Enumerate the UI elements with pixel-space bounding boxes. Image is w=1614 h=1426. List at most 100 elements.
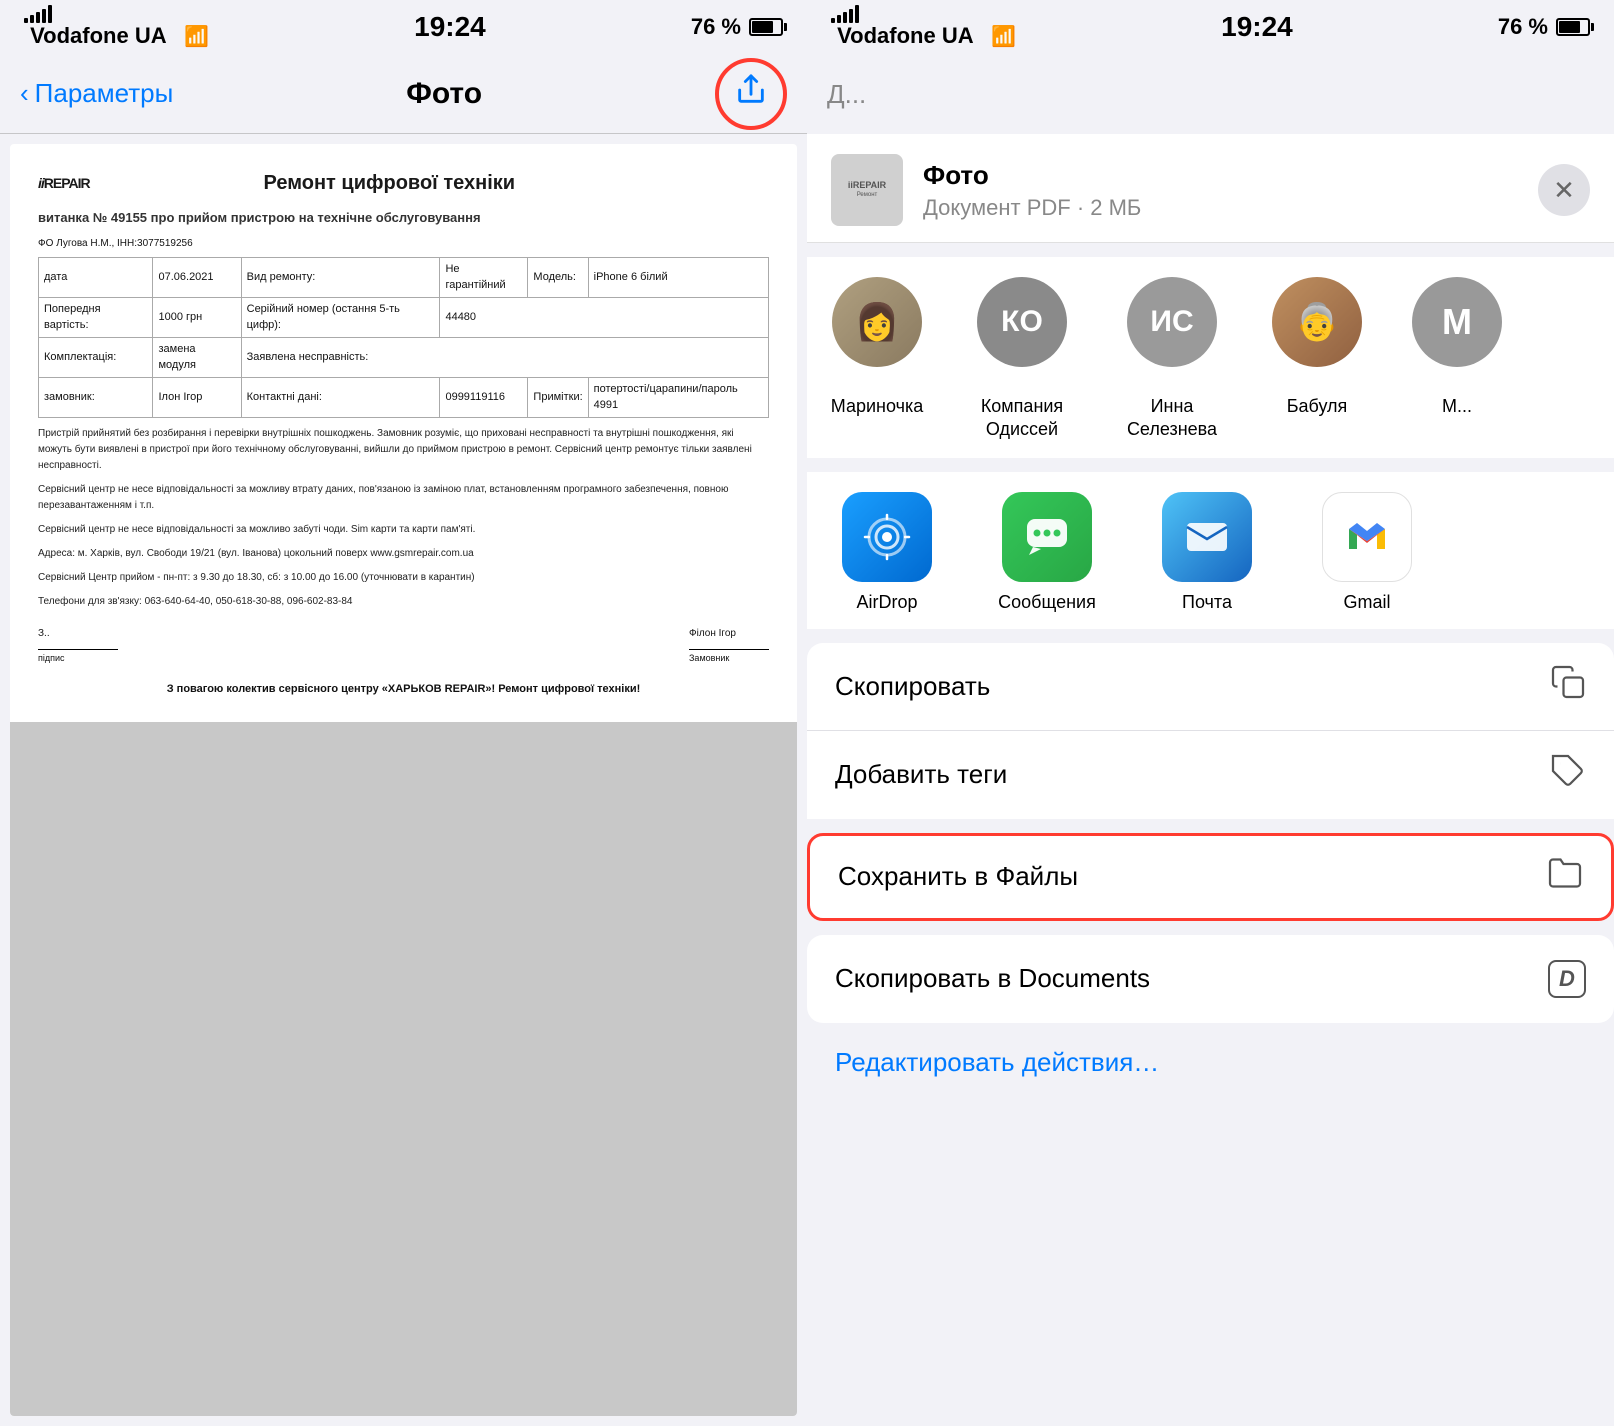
action-copy-docs[interactable]: Скопировать в Documents D: [807, 935, 1614, 1023]
doc-footer-text: З повагою колектив сервісного центру «ХА…: [38, 681, 769, 698]
msg-icon-1: ✉: [832, 367, 844, 383]
avatar-wrapper-4: 👵 ✉: [1272, 277, 1362, 385]
avatar-babula: 👵: [1272, 277, 1362, 367]
app-item-messages[interactable]: Сообщения: [967, 492, 1127, 613]
owner-value: Ілон Ігор: [153, 377, 241, 417]
repair-type-value: Не гарантійний: [440, 257, 528, 297]
documents-icon: D: [1548, 960, 1586, 998]
bar4: [42, 9, 46, 23]
app-item-airdrop[interactable]: AirDrop: [807, 492, 967, 613]
carrier-name: Vodafone UA: [30, 23, 166, 48]
contact-name-4: Бабуля: [1287, 395, 1348, 418]
r-bar3: [843, 12, 847, 23]
avatar-photo-inner: 👩: [832, 277, 922, 367]
right-signal-bars: [831, 5, 1016, 23]
contact-item-2[interactable]: КО ✉ Компания Одиссей: [947, 277, 1097, 442]
close-button[interactable]: ✕: [1538, 164, 1590, 216]
avatar-wrapper-1: 👩 ✉: [832, 277, 922, 385]
share-icon: [734, 73, 768, 115]
left-battery-fill: [752, 21, 773, 33]
date-value: 07.06.2021: [153, 257, 241, 297]
document-area: iiREPAIR Ремонт цифрової техніки витанка…: [10, 144, 797, 1416]
signature-area: З.. підпис Філон Ігор Замовник: [38, 626, 769, 666]
completeness-label: Комплектація:: [39, 337, 153, 377]
left-nav-bar: ‹ Параметры Фото: [0, 54, 807, 134]
model-value: iPhone 6 білий: [588, 257, 768, 297]
share-sheet: iiREPAIR Ремонт Фото Документ PDF · 2 МБ…: [807, 134, 1614, 1426]
avatar-is: ИС: [1127, 277, 1217, 367]
close-icon: ✕: [1553, 175, 1575, 206]
document-content: iiREPAIR Ремонт цифрової техніки витанка…: [10, 144, 797, 722]
msg-icon-4: ✉: [1272, 367, 1284, 383]
contact-label: Контактні дані:: [241, 377, 440, 417]
messages-label: Сообщения: [998, 592, 1096, 613]
gmail-label: Gmail: [1343, 592, 1390, 613]
contact-name-1: Мариночка: [831, 395, 924, 418]
right-panel: Vodafone UA 📶 19:24 76 % Д... iiREPAIR Р…: [807, 0, 1614, 1426]
bg-hint: Д...: [827, 79, 866, 110]
app-item-gmail[interactable]: Gmail: [1287, 492, 1447, 613]
doc-subtitle: витанка № 49155 про прийом пристрою на т…: [38, 208, 769, 228]
date-label: дата: [39, 257, 153, 297]
serial-label: Серійний номер (остання 5-ть цифр):: [241, 297, 440, 337]
right-status-bar: Vodafone UA 📶 19:24 76 %: [807, 0, 1614, 54]
right-bg: Д...: [807, 54, 1614, 134]
right-carrier: Vodafone UA 📶: [831, 5, 1016, 49]
contact-item-3[interactable]: ИС ✉ Инна Селезнева: [1097, 277, 1247, 442]
chevron-left-icon: ‹: [20, 78, 29, 109]
wifi-icon: 📶: [184, 26, 209, 48]
left-battery-area: 76 %: [691, 14, 783, 40]
prev-cost-label: Попередня вартість:: [39, 297, 153, 337]
messages-icon: [1002, 492, 1092, 582]
back-button[interactable]: ‹ Параметры: [20, 78, 173, 109]
left-status-bar: Vodafone UA 📶 19:24 76 %: [0, 0, 807, 54]
contacts-row: 👩 ✉ Мариночка КО ✉ Компания Одиссей: [807, 257, 1614, 458]
bar2: [30, 15, 34, 23]
sheet-thumbnail: iiREPAIR Ремонт: [831, 154, 903, 226]
msg-icon-3: ✉: [1127, 367, 1139, 383]
body-text-1: Пристрій прийнятий без розбирання і пере…: [38, 426, 769, 474]
msg-badge-3: ✉: [1127, 367, 1217, 385]
signature-right: Філон Ігор Замовник: [689, 626, 769, 666]
avatar-marinocka: 👩: [832, 277, 922, 367]
avatar-babula-inner: 👵: [1272, 277, 1362, 367]
msg-badge-5: ✉: [1412, 367, 1502, 385]
doc-logo: iiREPAIR: [38, 173, 90, 194]
doc-main-title: Ремонт цифрової техніки: [264, 168, 516, 198]
right-wifi-icon: 📶: [991, 26, 1016, 48]
msg-icon-5: ✉: [1412, 367, 1424, 383]
phone-line-2: Телефони для зв'язку: 063-640-64-40, 050…: [38, 594, 769, 610]
avatar-wrapper-2: КО ✉: [977, 277, 1067, 385]
copy-icon: [1550, 664, 1586, 708]
sheet-file-info: Фото Документ PDF · 2 МБ: [923, 160, 1518, 221]
edit-actions-link[interactable]: Редактировать действия…: [835, 1047, 1159, 1077]
right-carrier-name: Vodafone UA: [837, 23, 973, 48]
contact-item-1[interactable]: 👩 ✉ Мариночка: [807, 277, 947, 442]
contact-name-5: М...: [1442, 395, 1472, 418]
contact-item-4[interactable]: 👵 ✉ Бабуля: [1247, 277, 1387, 442]
airdrop-label: AirDrop: [856, 592, 917, 613]
sheet-header: iiREPAIR Ремонт Фото Документ PDF · 2 МБ…: [807, 134, 1614, 243]
airdrop-icon: [842, 492, 932, 582]
share-button[interactable]: [715, 58, 787, 130]
action-copy[interactable]: Скопировать: [807, 643, 1614, 731]
tag-icon: [1550, 753, 1586, 797]
body-text-2: Сервісний центр не несе відповідальності…: [38, 482, 769, 514]
repair-type-label: Вид ремонту:: [241, 257, 440, 297]
model-label: Модель:: [528, 257, 588, 297]
owner-label: замовник:: [39, 377, 153, 417]
notes-label: Примітки:: [528, 377, 588, 417]
bar5: [48, 5, 52, 23]
app-item-mail[interactable]: Почта: [1127, 492, 1287, 613]
serial-value: 44480: [440, 297, 769, 337]
apps-row: AirDrop Сообщения: [807, 472, 1614, 629]
right-battery-fill: [1559, 21, 1580, 33]
msg-badge-4: ✉: [1272, 367, 1362, 385]
action-add-tags[interactable]: Добавить теги: [807, 731, 1614, 819]
doc-table: дата 07.06.2021 Вид ремонту: Не гарантій…: [38, 257, 769, 418]
r-bar5: [855, 5, 859, 23]
avatar-wrapper-3: ИС ✉: [1127, 277, 1217, 385]
org-line: ФО Лугова Н.М., ІНН:3077519256: [38, 236, 769, 251]
action-save-to-files[interactable]: Сохранить в Файлы: [807, 833, 1614, 921]
contact-item-5[interactable]: М ✉ М...: [1387, 277, 1527, 442]
